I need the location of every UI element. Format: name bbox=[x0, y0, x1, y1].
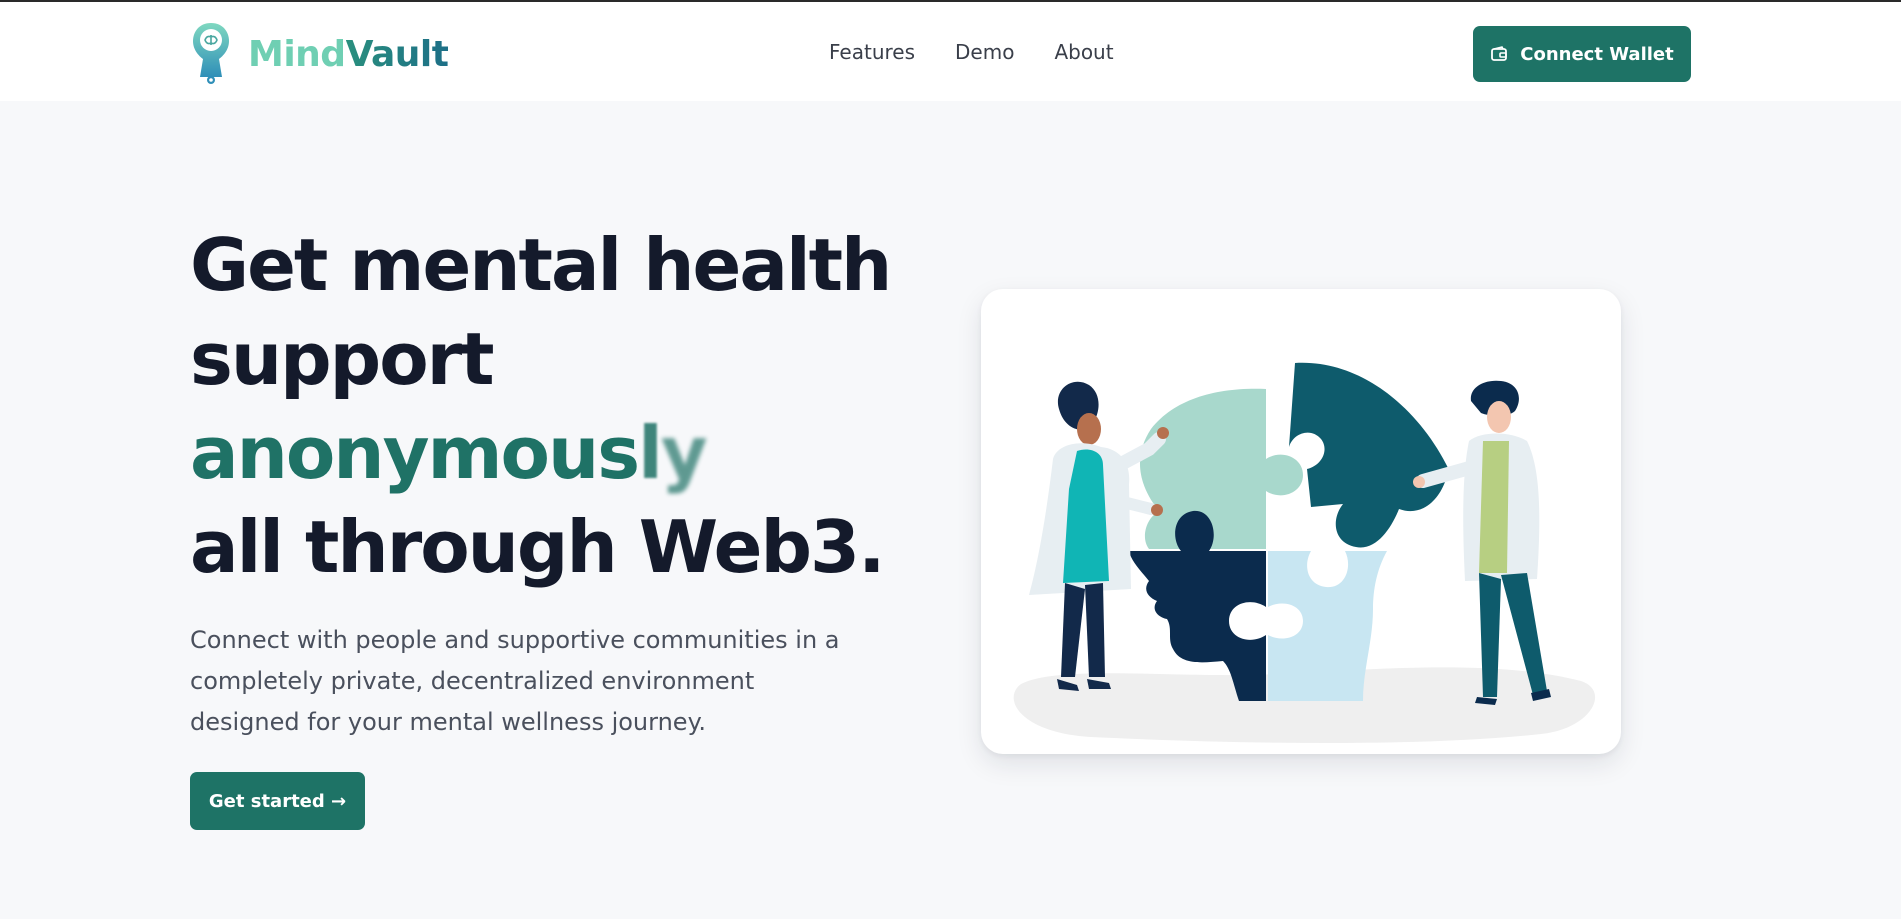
brand-name-part2: Vault bbox=[345, 33, 449, 75]
hero-title-accent-soft: l bbox=[638, 411, 663, 495]
puzzle-piece-top-right bbox=[1289, 362, 1451, 548]
hero-title-line2: support bbox=[190, 317, 495, 401]
site-header: MindVault Features Demo About Connect Wa… bbox=[0, 2, 1901, 101]
main-nav: Features Demo About bbox=[829, 40, 1114, 64]
brand-name: MindVault bbox=[248, 33, 449, 75]
puzzle-head-illustration bbox=[1013, 362, 1596, 743]
nav-link-about[interactable]: About bbox=[1054, 40, 1113, 64]
connect-wallet-label: Connect Wallet bbox=[1520, 43, 1674, 65]
hero-title: Get mental health support anonymously al… bbox=[190, 218, 892, 594]
nav-link-features[interactable]: Features bbox=[829, 40, 915, 64]
hero-description: Connect with people and supportive commu… bbox=[190, 626, 840, 736]
hero-title-line1: Get mental health bbox=[190, 223, 892, 307]
hero-title-line4: all through Web3. bbox=[190, 505, 885, 589]
hero-title-accent: anonymously bbox=[190, 406, 890, 500]
person-right bbox=[1413, 380, 1551, 705]
brand-logo[interactable]: MindVault bbox=[190, 20, 449, 88]
puzzle-piece-top-left bbox=[1139, 388, 1303, 549]
wallet-icon bbox=[1491, 46, 1508, 61]
nav-link-demo[interactable]: Demo bbox=[955, 40, 1014, 64]
connect-wallet-button[interactable]: Connect Wallet bbox=[1473, 26, 1691, 82]
hero-illustration-card bbox=[981, 289, 1621, 754]
hero-title-accent-blur: y bbox=[660, 411, 708, 495]
get-started-button[interactable]: Get started → bbox=[190, 772, 365, 830]
brain-keyhole-icon bbox=[193, 23, 229, 84]
brand-name-part1: Mind bbox=[248, 33, 346, 75]
hero-title-accent-main: anonymous bbox=[190, 411, 640, 495]
